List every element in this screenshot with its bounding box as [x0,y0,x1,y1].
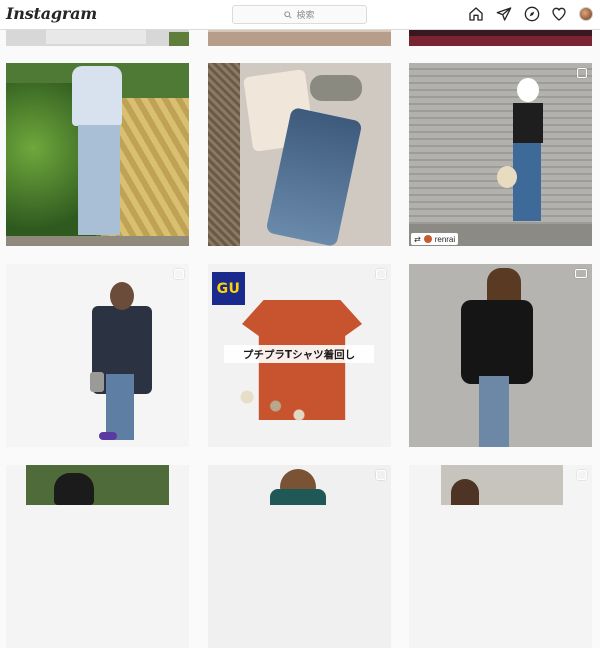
search-input[interactable]: 検索 [232,5,367,24]
profile-avatar[interactable] [579,7,593,21]
post-tile[interactable] [6,465,189,648]
post-image [513,143,541,221]
carousel-icon [174,269,184,279]
post-tile[interactable] [409,264,592,447]
home-icon[interactable] [468,6,484,22]
post-image [208,32,391,46]
post-image [78,125,120,235]
post-image [72,66,122,126]
post-caption-overlay: プチプラTシャツ着回し [224,345,374,363]
post-image [26,465,169,505]
search-icon [284,10,293,19]
post-tile[interactable] [6,63,189,246]
post-image [409,36,592,46]
carousel-icon [577,470,587,480]
post-image [169,32,189,46]
carousel-icon [577,68,587,78]
post-tile[interactable]: ⇄ renrai [409,63,592,246]
post-image [461,300,533,384]
post-image [497,166,517,188]
post-image [513,103,543,143]
post-image [208,352,338,442]
repost-username: renrai [434,234,456,244]
instagram-logo[interactable]: Instagram [6,4,97,23]
gu-logo: GU [212,272,245,305]
carousel-icon [376,269,386,279]
post-image [270,489,326,505]
post-image [90,372,104,392]
repost-icon: ⇄ [414,234,421,244]
explore-icon[interactable] [524,6,540,22]
post-image [46,28,146,44]
repost-avatar [423,235,432,243]
video-icon [575,269,587,278]
post-image [106,374,134,440]
repost-badge[interactable]: ⇄ renrai [411,233,459,245]
explore-grid: ⇄ renrai GU プチプラTシャツ着回し [0,0,600,648]
post-image [517,78,539,102]
post-image [451,479,479,505]
post-caption-text: プチプラTシャツ着回し [242,348,356,361]
post-tile[interactable] [208,465,391,648]
post-tile[interactable] [208,63,391,246]
post-tile[interactable]: GU プチプラTシャツ着回し [208,264,391,447]
top-nav-bar: Instagram 検索 [0,0,600,30]
post-image [6,236,189,246]
post-image [54,473,94,505]
search-placeholder: 検索 [296,10,315,20]
heart-icon[interactable] [551,6,567,22]
post-tile[interactable] [6,264,189,447]
carousel-icon [376,470,386,480]
post-image [110,282,134,310]
direct-icon[interactable] [496,6,512,22]
post-image [479,376,509,447]
post-image [310,75,362,101]
post-image [208,63,240,246]
post-tile[interactable] [409,465,592,648]
gu-logo-text: GU [216,280,241,297]
post-image [99,432,117,440]
